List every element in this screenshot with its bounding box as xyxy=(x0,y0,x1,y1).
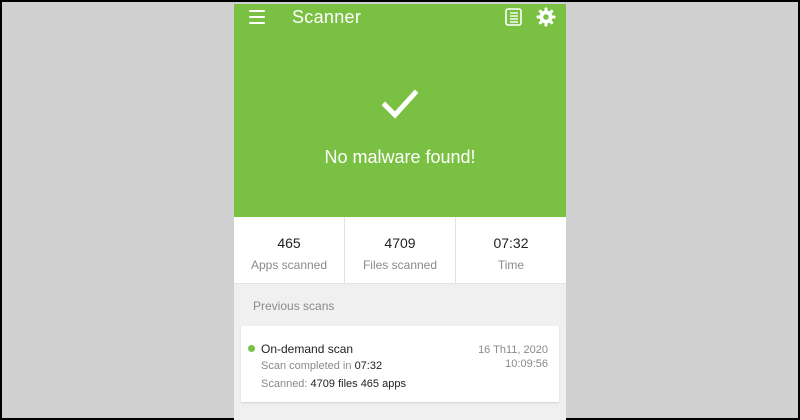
scan-duration: Scan completed in 07:32 xyxy=(261,360,382,372)
check-icon xyxy=(382,89,418,119)
scan-date: 16 Th11, 2020 xyxy=(478,344,548,356)
report-icon[interactable] xyxy=(505,8,522,26)
scan-summary: Scanned: 4709 files 465 apps xyxy=(261,378,406,390)
stat-value: 07:32 xyxy=(493,235,529,251)
app-title: Scanner xyxy=(292,7,362,27)
scan-duration-label: Scan completed in xyxy=(261,360,352,372)
scan-status-message: No malware found! xyxy=(324,147,476,167)
scan-time: 10:09:56 xyxy=(505,358,548,370)
status-dot xyxy=(248,345,255,352)
menu-icon[interactable] xyxy=(249,10,265,24)
phone-screen: Scanner No malware found! 465 Apps scann… xyxy=(234,4,566,420)
scan-history-item[interactable]: On-demand scan Scan completed in 07:32 S… xyxy=(241,326,559,402)
scan-datetime: 16 Th11, 2020 10:09:56 xyxy=(478,343,548,371)
screenshot-frame: Scanner No malware found! 465 Apps scann… xyxy=(2,2,798,420)
previous-scans-title: Previous scans xyxy=(253,299,335,313)
scan-type: On-demand scan xyxy=(261,342,354,356)
gear-icon[interactable] xyxy=(536,7,556,27)
stat-files-scanned: 4709 Files scanned xyxy=(345,217,456,283)
stat-value: 465 xyxy=(277,235,301,251)
scan-summary-label: Scanned: xyxy=(261,378,308,390)
stat-apps-scanned: 465 Apps scanned xyxy=(234,217,345,283)
scan-duration-value: 07:32 xyxy=(354,360,383,372)
stat-time: 07:32 Time xyxy=(456,217,566,283)
scan-result-hero: Scanner No malware found! xyxy=(234,4,566,217)
app-bar: Scanner xyxy=(234,4,566,34)
stat-label: Apps scanned xyxy=(250,258,328,272)
stat-label: Time xyxy=(497,258,525,272)
scan-stats: 465 Apps scanned 4709 Files scanned 07:3… xyxy=(234,217,566,284)
scan-summary-value: 4709 files 465 apps xyxy=(310,378,406,390)
stat-label: Files scanned xyxy=(362,258,438,272)
stat-value: 4709 xyxy=(384,235,416,251)
